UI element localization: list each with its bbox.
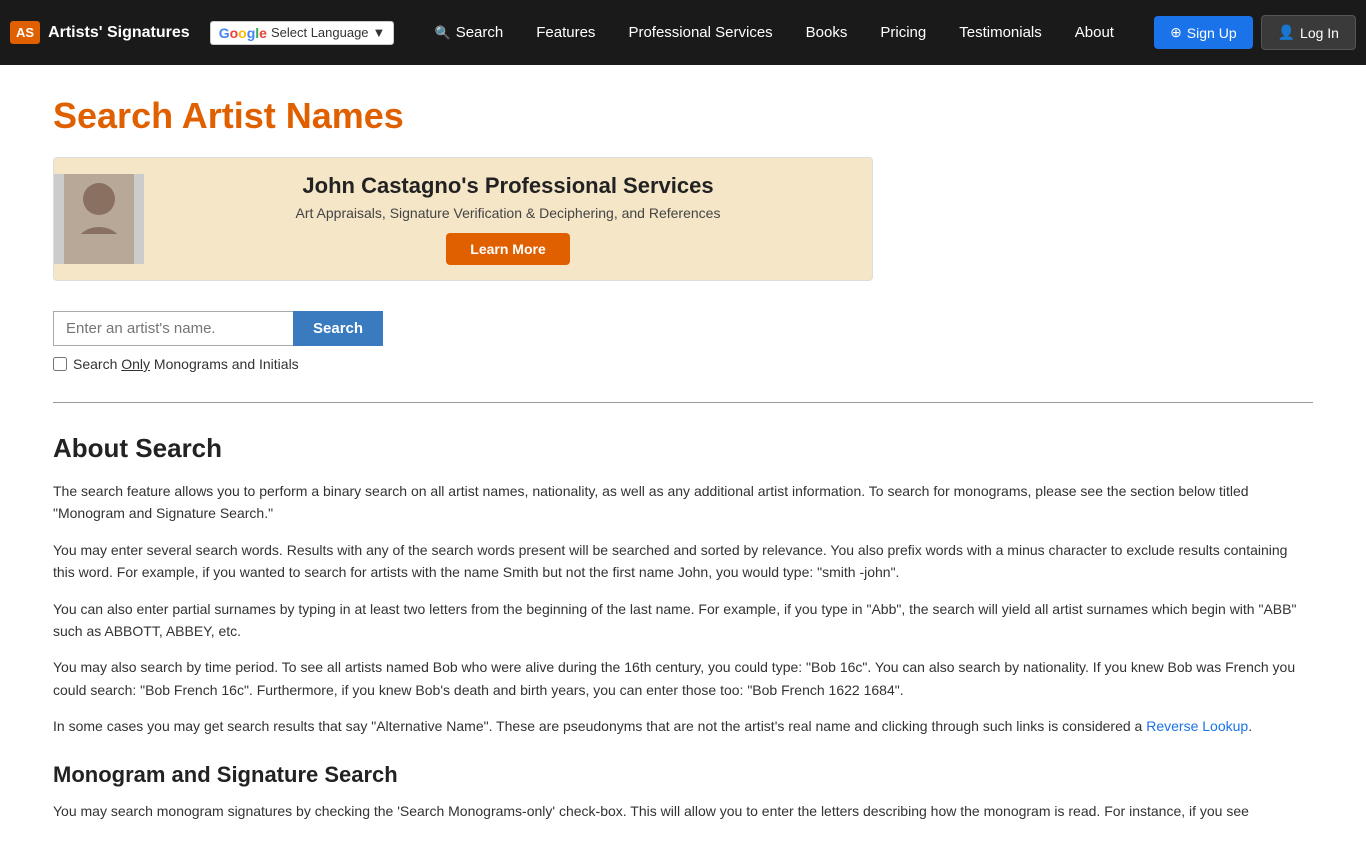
logo-name: Artists' Signatures xyxy=(48,24,190,42)
about-para-3: You can also enter partial surnames by t… xyxy=(53,598,1313,643)
about-para-5-pre: In some cases you may get search results… xyxy=(53,718,1146,734)
nav-item-features[interactable]: Features xyxy=(522,16,609,49)
banner-content: John Castagno's Professional Services Ar… xyxy=(144,158,872,280)
reverse-lookup-link[interactable]: Reverse Lookup xyxy=(1146,718,1248,734)
about-search-section: About Search The search feature allows y… xyxy=(53,433,1313,738)
nav-label-about: About xyxy=(1075,24,1114,41)
nav-item-about[interactable]: About xyxy=(1061,16,1128,49)
monogram-para-1: You may search monogram signatures by ch… xyxy=(53,800,1313,822)
login-icon: 👤 xyxy=(1278,24,1295,41)
about-para-1: The search feature allows you to perform… xyxy=(53,480,1313,525)
banner-learn-more-button[interactable]: Learn More xyxy=(446,233,569,265)
main-nav: 🔍 Search Features Professional Services … xyxy=(421,16,1128,49)
search-icon: 🔍 xyxy=(435,25,451,41)
login-button[interactable]: 👤 Log In xyxy=(1261,15,1356,50)
nav-item-testimonials[interactable]: Testimonials xyxy=(945,16,1056,49)
nav-label-professional-services: Professional Services xyxy=(628,24,772,41)
search-button[interactable]: Search xyxy=(293,311,383,346)
monogram-section: Monogram and Signature Search You may se… xyxy=(53,762,1313,822)
banner-title: John Castagno's Professional Services xyxy=(164,173,852,199)
auth-buttons: ⊕ Sign Up 👤 Log In xyxy=(1154,15,1356,50)
nav-label-pricing: Pricing xyxy=(880,24,926,41)
nav-item-professional-services[interactable]: Professional Services xyxy=(614,16,786,49)
google-translate-widget[interactable]: Google Select Language ▼ xyxy=(210,21,395,45)
search-input[interactable] xyxy=(53,311,293,346)
about-para-5: In some cases you may get search results… xyxy=(53,715,1313,737)
banner-image xyxy=(54,174,144,264)
monogram-filter-row: Search Only Monograms and Initials xyxy=(53,356,873,372)
logo-abbr: AS xyxy=(10,21,40,44)
nav-label-testimonials: Testimonials xyxy=(959,24,1042,41)
monogram-suffix: Monograms and Initials xyxy=(150,356,299,372)
main-content: Search Artist Names John Castagno's Prof… xyxy=(33,65,1333,852)
google-logo: Google xyxy=(219,25,267,41)
nav-item-search[interactable]: 🔍 Search xyxy=(421,16,518,49)
topbar-left: AS Artists' Signatures Google Select Lan… xyxy=(10,21,394,45)
monogram-only-checkbox[interactable] xyxy=(53,357,67,371)
signup-button[interactable]: ⊕ Sign Up xyxy=(1154,16,1253,49)
section-divider xyxy=(53,402,1313,403)
logo-link[interactable]: AS Artists' Signatures xyxy=(10,21,190,44)
monogram-label: Search Only Monograms and Initials xyxy=(73,356,299,372)
about-para-2: You may enter several search words. Resu… xyxy=(53,539,1313,584)
monogram-only-text: Only xyxy=(121,356,150,372)
promo-banner: John Castagno's Professional Services Ar… xyxy=(53,157,873,281)
nav-label-books: Books xyxy=(806,24,848,41)
monogram-prefix: Search xyxy=(73,356,121,372)
translate-label: Select Language xyxy=(271,25,369,40)
about-para-5-post: . xyxy=(1248,718,1252,734)
translate-dropdown-icon: ▼ xyxy=(373,25,386,40)
signup-label: Sign Up xyxy=(1187,25,1237,41)
search-row: Search xyxy=(53,311,873,346)
person-image xyxy=(64,174,134,264)
topbar: AS Artists' Signatures Google Select Lan… xyxy=(0,0,1366,65)
login-label: Log In xyxy=(1300,25,1339,41)
monogram-heading: Monogram and Signature Search xyxy=(53,762,1313,788)
banner-subtitle: Art Appraisals, Signature Verification &… xyxy=(164,205,852,221)
page-title: Search Artist Names xyxy=(53,95,1313,137)
signup-icon: ⊕ xyxy=(1170,24,1182,41)
nav-item-books[interactable]: Books xyxy=(792,16,862,49)
nav-label-search: Search xyxy=(456,24,504,41)
about-para-4: You may also search by time period. To s… xyxy=(53,656,1313,701)
nav-label-features: Features xyxy=(536,24,595,41)
about-search-heading: About Search xyxy=(53,433,1313,464)
nav-item-pricing[interactable]: Pricing xyxy=(866,16,940,49)
search-area: Search Search Only Monograms and Initial… xyxy=(53,311,873,372)
